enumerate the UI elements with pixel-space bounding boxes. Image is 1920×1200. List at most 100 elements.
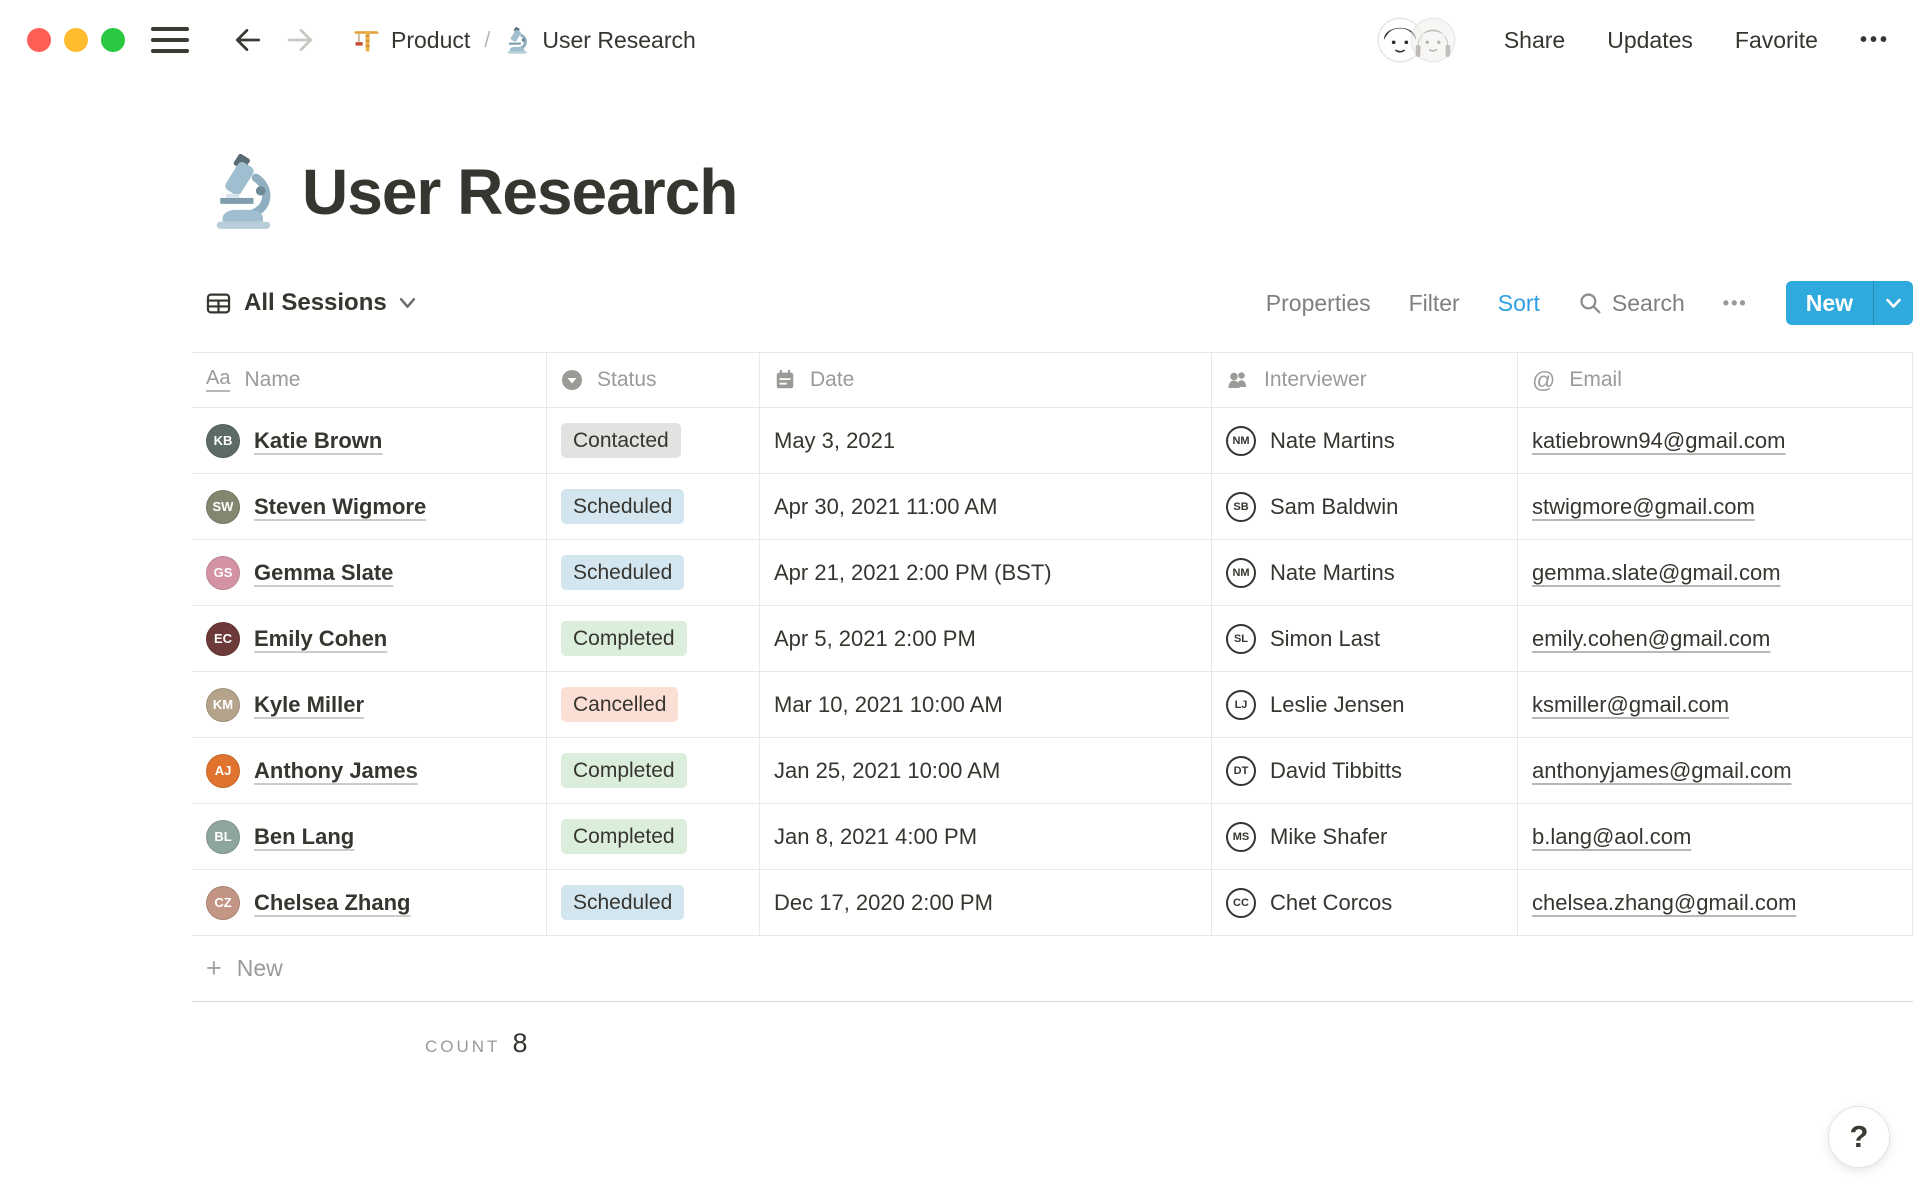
email-link[interactable]: gemma.slate@gmail.com xyxy=(1532,560,1781,586)
person-name-link[interactable]: Kyle Miller xyxy=(254,692,364,718)
close-window-button[interactable] xyxy=(27,28,51,52)
interviewer-cell[interactable]: MS Mike Shafer xyxy=(1212,804,1518,869)
breadcrumb-separator: / xyxy=(484,27,491,52)
name-cell[interactable]: KB Katie Brown xyxy=(192,408,547,473)
favorite-button[interactable]: Favorite xyxy=(1735,27,1818,54)
email-cell[interactable]: ksmiller@gmail.com xyxy=(1518,672,1913,737)
share-button[interactable]: Share xyxy=(1504,27,1565,54)
person-name-link[interactable]: Ben Lang xyxy=(254,824,354,850)
column-header-date[interactable]: Date xyxy=(760,353,1212,407)
email-link[interactable]: b.lang@aol.com xyxy=(1532,824,1691,850)
date-text: Jan 8, 2021 4:00 PM xyxy=(774,823,978,849)
interviewer-cell[interactable]: CC Chet Corcos xyxy=(1212,870,1518,935)
date-cell[interactable]: Apr 30, 2021 11:00 AM xyxy=(760,474,1212,539)
interviewer-cell[interactable]: LJ Leslie Jensen xyxy=(1212,672,1518,737)
forward-button[interactable] xyxy=(285,25,315,55)
name-cell[interactable]: SW Steven Wigmore xyxy=(192,474,547,539)
person-name-link[interactable]: Katie Brown xyxy=(254,428,382,454)
date-cell[interactable]: May 3, 2021 xyxy=(760,408,1212,473)
email-link[interactable]: katiebrown94@gmail.com xyxy=(1532,428,1785,454)
new-button-dropdown[interactable] xyxy=(1873,281,1913,325)
back-button[interactable] xyxy=(233,25,263,55)
count-value: 8 xyxy=(512,1028,528,1058)
column-header-email[interactable]: @ Email xyxy=(1518,353,1913,407)
interviewer-cell[interactable]: NM Nate Martins xyxy=(1212,540,1518,605)
email-link[interactable]: anthonyjames@gmail.com xyxy=(1532,758,1792,784)
search-button[interactable]: Search xyxy=(1578,290,1685,317)
name-cell[interactable]: AJ Anthony James xyxy=(192,738,547,803)
add-row-button[interactable]: + New xyxy=(192,936,1913,1002)
table-row: EC Emily Cohen Completed Apr 5, 2021 2:0… xyxy=(192,606,1913,672)
breadcrumb-item-user-research[interactable]: User Research xyxy=(504,26,696,54)
interviewer-cell[interactable]: SB Sam Baldwin xyxy=(1212,474,1518,539)
person-name-link[interactable]: Steven Wigmore xyxy=(254,494,426,520)
status-cell[interactable]: Scheduled xyxy=(547,540,760,605)
count-label[interactable]: COUNT xyxy=(425,1037,500,1057)
email-cell[interactable]: b.lang@aol.com xyxy=(1518,804,1913,869)
view-switcher[interactable]: All Sessions xyxy=(205,289,416,317)
person-name-link[interactable]: Emily Cohen xyxy=(254,626,387,652)
sidebar-menu-icon[interactable] xyxy=(151,27,189,53)
email-cell[interactable]: gemma.slate@gmail.com xyxy=(1518,540,1913,605)
email-cell[interactable]: stwigmore@gmail.com xyxy=(1518,474,1913,539)
zoom-window-button[interactable] xyxy=(101,28,125,52)
column-label: Email xyxy=(1569,368,1622,391)
status-cell[interactable]: Completed xyxy=(547,738,760,803)
email-link[interactable]: ksmiller@gmail.com xyxy=(1532,692,1729,718)
date-cell[interactable]: Jan 25, 2021 10:00 AM xyxy=(760,738,1212,803)
sort-button[interactable]: Sort xyxy=(1498,290,1540,317)
interviewer-avatar: CC xyxy=(1226,887,1256,918)
person-name-link[interactable]: Gemma Slate xyxy=(254,560,393,586)
page-title-row: User Research xyxy=(192,146,1913,238)
interviewer-cell[interactable]: SL Simon Last xyxy=(1212,606,1518,671)
count-row: COUNT 8 xyxy=(192,1028,1913,1059)
collaborator-avatar[interactable] xyxy=(1409,17,1456,63)
name-cell[interactable]: BL Ben Lang xyxy=(192,804,547,869)
breadcrumb-item-product[interactable]: Product xyxy=(353,27,470,54)
table-row: GS Gemma Slate Scheduled Apr 21, 2021 2:… xyxy=(192,540,1913,606)
new-button-group: New xyxy=(1785,281,1913,325)
sessions-table: Aa Name Status Date Interviewer @ Email … xyxy=(192,352,1913,1059)
email-cell[interactable]: anthonyjames@gmail.com xyxy=(1518,738,1913,803)
date-cell[interactable]: Apr 21, 2021 2:00 PM (BST) xyxy=(760,540,1212,605)
date-cell[interactable]: Jan 8, 2021 4:00 PM xyxy=(760,804,1212,869)
email-link[interactable]: stwigmore@gmail.com xyxy=(1532,494,1755,520)
back-arrow-icon xyxy=(235,28,261,52)
updates-button[interactable]: Updates xyxy=(1607,27,1693,54)
more-options-icon[interactable]: ••• xyxy=(1860,29,1890,52)
date-cell[interactable]: Dec 17, 2020 2:00 PM xyxy=(760,870,1212,935)
column-header-status[interactable]: Status xyxy=(547,353,760,407)
email-link[interactable]: emily.cohen@gmail.com xyxy=(1532,626,1770,652)
properties-button[interactable]: Properties xyxy=(1266,290,1371,317)
status-cell[interactable]: Scheduled xyxy=(547,870,760,935)
email-cell[interactable]: katiebrown94@gmail.com xyxy=(1518,408,1913,473)
status-cell[interactable]: Completed xyxy=(547,606,760,671)
date-cell[interactable]: Mar 10, 2021 10:00 AM xyxy=(760,672,1212,737)
name-cell[interactable]: KM Kyle Miller xyxy=(192,672,547,737)
filter-button[interactable]: Filter xyxy=(1409,290,1460,317)
view-more-options-icon[interactable]: ••• xyxy=(1723,293,1748,314)
new-button[interactable]: New xyxy=(1786,281,1873,325)
status-cell[interactable]: Contacted xyxy=(547,408,760,473)
person-name-link[interactable]: Anthony James xyxy=(254,758,418,784)
email-link[interactable]: chelsea.zhang@gmail.com xyxy=(1532,890,1796,916)
name-cell[interactable]: CZ Chelsea Zhang xyxy=(192,870,547,935)
name-cell[interactable]: GS Gemma Slate xyxy=(192,540,547,605)
name-cell[interactable]: EC Emily Cohen xyxy=(192,606,547,671)
status-cell[interactable]: Scheduled xyxy=(547,474,760,539)
status-cell[interactable]: Cancelled xyxy=(547,672,760,737)
help-button[interactable]: ? xyxy=(1828,1106,1890,1168)
interviewer-cell[interactable]: NM Nate Martins xyxy=(1212,408,1518,473)
person-name-link[interactable]: Chelsea Zhang xyxy=(254,890,410,916)
email-cell[interactable]: emily.cohen@gmail.com xyxy=(1518,606,1913,671)
email-cell[interactable]: chelsea.zhang@gmail.com xyxy=(1518,870,1913,935)
date-cell[interactable]: Apr 5, 2021 2:00 PM xyxy=(760,606,1212,671)
column-header-interviewer[interactable]: Interviewer xyxy=(1212,353,1518,407)
column-header-name[interactable]: Aa Name xyxy=(192,353,547,407)
view-controls: Properties Filter Sort Search ••• New xyxy=(1266,281,1913,325)
status-cell[interactable]: Completed xyxy=(547,804,760,869)
table-row: KB Katie Brown Contacted May 3, 2021 NM … xyxy=(192,408,1913,474)
minimize-window-button[interactable] xyxy=(64,28,88,52)
status-badge: Completed xyxy=(561,752,687,789)
interviewer-cell[interactable]: DT David Tibbitts xyxy=(1212,738,1518,803)
